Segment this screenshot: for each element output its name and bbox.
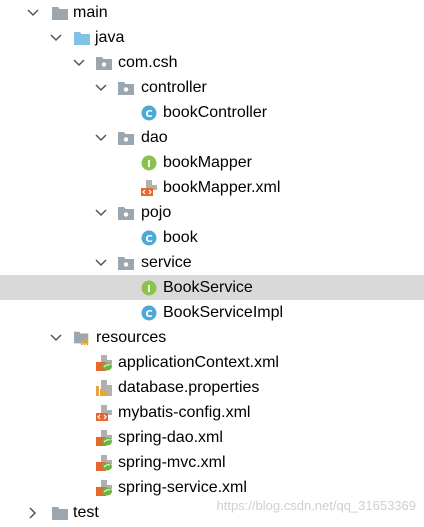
class-icon: C — [141, 230, 157, 246]
watermark-text: https://blog.csdn.net/qq_31653369 — [216, 498, 417, 513]
tree-row-resources[interactable]: resources — [0, 325, 424, 350]
tree-row-bookservice[interactable]: I BookService — [0, 275, 424, 300]
tree-item-label: main — [73, 4, 108, 21]
spring-xml-icon — [96, 354, 112, 371]
tree-item-label: applicationContext.xml — [118, 354, 279, 371]
class-icon: C — [141, 105, 157, 121]
tree-item-label: mybatis-config.xml — [118, 404, 251, 421]
xml-file-icon — [96, 404, 112, 421]
tree-item-label: spring-mvc.xml — [118, 454, 226, 471]
tree-row-main[interactable]: main — [0, 0, 424, 25]
chevron-down-icon[interactable] — [94, 256, 108, 270]
tree-row-spring-mvc-xml[interactable]: spring-mvc.xml — [0, 450, 424, 475]
tree-row-spring-dao-xml[interactable]: spring-dao.xml — [0, 425, 424, 450]
tree-row-book[interactable]: C book — [0, 225, 424, 250]
package-icon — [118, 130, 134, 146]
spring-xml-icon — [96, 479, 112, 496]
tree-item-label: pojo — [141, 204, 172, 221]
chevron-down-icon[interactable] — [94, 206, 108, 220]
chevron-down-icon[interactable] — [94, 81, 108, 95]
class-icon: C — [141, 305, 157, 321]
chevron-down-icon[interactable] — [49, 31, 63, 45]
tree-item-label: spring-service.xml — [118, 479, 247, 496]
tree-item-label: service — [141, 254, 192, 271]
tree-row-com-csh[interactable]: com.csh — [0, 50, 424, 75]
tree-row-bookcontroller[interactable]: C bookController — [0, 100, 424, 125]
tree-row-bookmapper[interactable]: I bookMapper — [0, 150, 424, 175]
svg-text:I: I — [147, 159, 151, 170]
spring-xml-icon — [96, 454, 112, 471]
svg-text:I: I — [147, 284, 151, 295]
svg-text:C: C — [145, 234, 152, 245]
package-icon — [118, 255, 134, 271]
tree-item-label: bookController — [163, 104, 268, 121]
tree-row-spring-service-xml[interactable]: spring-service.xml — [0, 475, 424, 500]
tree-item-label: spring-dao.xml — [118, 429, 223, 446]
resources-folder-icon — [74, 330, 90, 346]
interface-icon: I — [141, 280, 157, 296]
tree-item-label: bookMapper.xml — [163, 179, 281, 196]
svg-text:C: C — [145, 109, 152, 120]
tree-item-label: BookServiceImpl — [163, 304, 284, 321]
tree-row-applicationcontext-xml[interactable]: applicationContext.xml — [0, 350, 424, 375]
tree-item-label: book — [163, 229, 198, 246]
source-folder-icon — [74, 30, 90, 46]
tree-row-database-properties[interactable]: database.properties — [0, 375, 424, 400]
tree-item-label: controller — [141, 79, 207, 96]
tree-row-java[interactable]: java — [0, 25, 424, 50]
tree-row-pojo[interactable]: pojo — [0, 200, 424, 225]
tree-item-label: com.csh — [118, 54, 178, 71]
project-tree: main java com.csh controller C bookContr… — [0, 0, 424, 527]
tree-item-label: java — [95, 29, 125, 46]
tree-row-dao[interactable]: dao — [0, 125, 424, 150]
tree-row-service[interactable]: service — [0, 250, 424, 275]
tree-item-label: test — [73, 504, 99, 521]
folder-icon — [52, 5, 68, 21]
tree-row-bookmapper-xml[interactable]: bookMapper.xml — [0, 175, 424, 200]
tree-item-label: resources — [96, 329, 167, 346]
package-icon — [118, 80, 134, 96]
chevron-down-icon[interactable] — [49, 331, 63, 345]
folder-icon — [52, 505, 68, 521]
xml-file-icon — [141, 179, 157, 196]
properties-file-icon — [96, 379, 112, 396]
tree-item-label: bookMapper — [163, 154, 252, 171]
chevron-down-icon[interactable] — [26, 6, 40, 20]
package-icon — [118, 205, 134, 221]
svg-text:C: C — [145, 309, 152, 320]
tree-item-label: BookService — [163, 279, 253, 296]
tree-item-label: database.properties — [118, 379, 260, 396]
chevron-right-icon[interactable] — [26, 506, 40, 520]
package-icon — [96, 55, 112, 71]
tree-item-label: dao — [141, 129, 168, 146]
interface-icon: I — [141, 155, 157, 171]
tree-row-controller[interactable]: controller — [0, 75, 424, 100]
chevron-down-icon[interactable] — [72, 56, 86, 70]
tree-row-mybatis-config-xml[interactable]: mybatis-config.xml — [0, 400, 424, 425]
spring-xml-icon — [96, 429, 112, 446]
chevron-down-icon[interactable] — [94, 131, 108, 145]
tree-row-bookserviceimpl[interactable]: C BookServiceImpl — [0, 300, 424, 325]
